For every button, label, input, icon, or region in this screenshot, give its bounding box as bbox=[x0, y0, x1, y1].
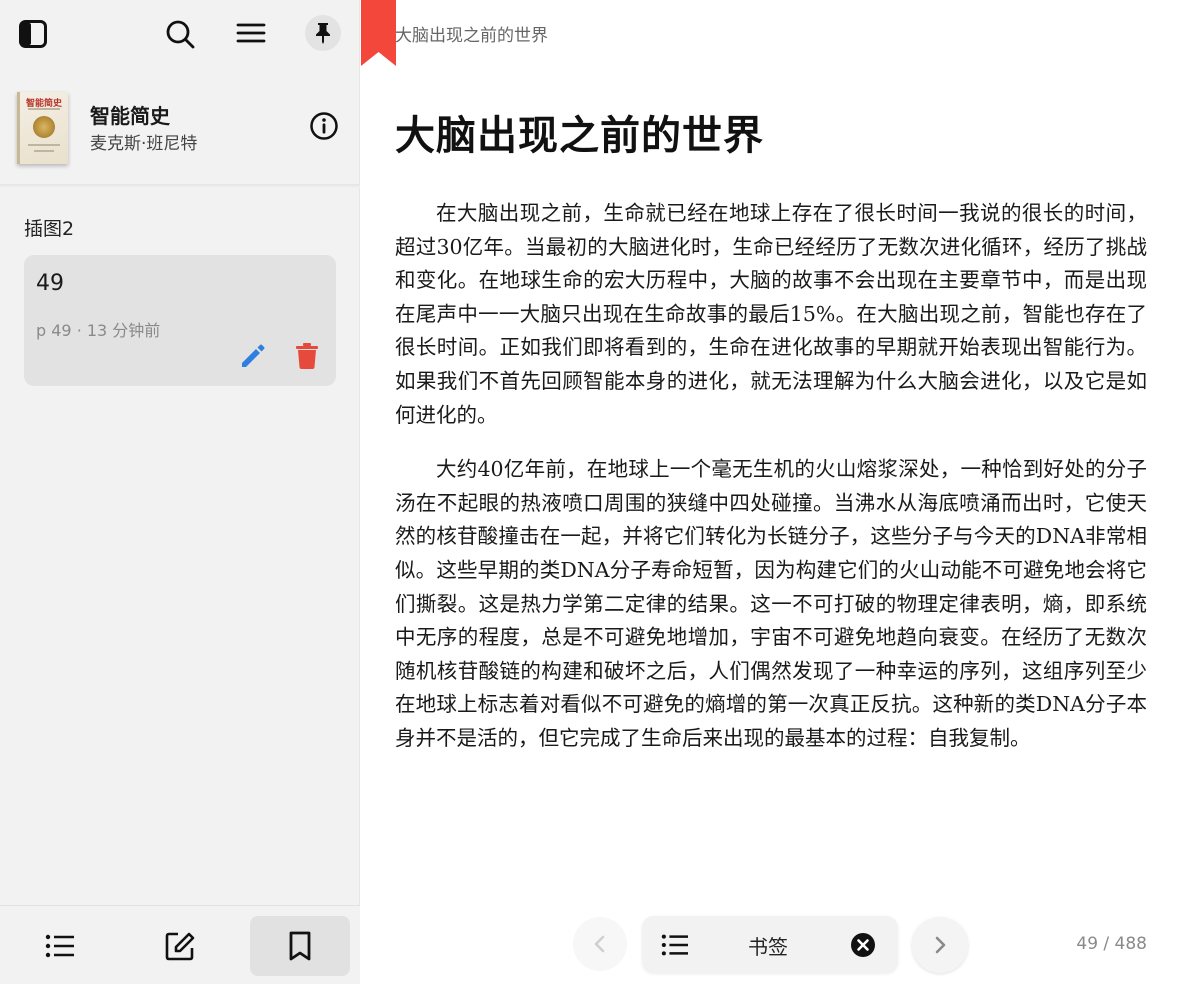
bookmark-list-button[interactable] bbox=[660, 930, 690, 960]
bookmark-group-label: 插图2 bbox=[24, 218, 75, 240]
list-icon bbox=[45, 934, 74, 958]
previous-page-button[interactable] bbox=[573, 917, 627, 971]
sidebar: 智能简史 智能简史 麦克斯·班尼特 插图2 49 p 49 · 13 分钟前 bbox=[0, 0, 360, 984]
bookmark-meta: p 49 · 13 分钟前 bbox=[36, 321, 161, 340]
chevron-right-icon bbox=[935, 936, 946, 954]
info-icon bbox=[310, 112, 338, 140]
cover-line bbox=[28, 144, 60, 146]
next-page-button[interactable] bbox=[912, 917, 968, 973]
paragraph: 在大脑出现之前，生命就已经在地球上存在了很长时间一我说的很长的时间，超过30亿年… bbox=[395, 201, 1147, 427]
edit-bookmark-button[interactable] bbox=[236, 339, 270, 373]
tab-bookmarks[interactable] bbox=[250, 916, 350, 976]
search-button[interactable] bbox=[160, 14, 200, 54]
page-counter: 49 / 488 bbox=[1076, 934, 1147, 954]
pin-sidebar-button[interactable] bbox=[305, 15, 341, 51]
running-header: 大脑出现之前的世界 bbox=[395, 26, 548, 46]
cover-emblem bbox=[33, 116, 55, 138]
book-info-button[interactable] bbox=[306, 108, 342, 144]
bookmark-navigator: 书签 bbox=[642, 916, 898, 973]
menu-button[interactable] bbox=[231, 13, 271, 53]
bookmark-title: 49 bbox=[36, 271, 64, 296]
chapter-title: 大脑出现之前的世界 bbox=[395, 112, 764, 159]
toggle-sidebar-button[interactable] bbox=[13, 14, 53, 54]
reader-pane: 大脑出现之前的世界 大脑出现之前的世界 在大脑出现之前，生命就已经在地球上存在了… bbox=[361, 0, 1178, 984]
bookmark-item[interactable]: 49 p 49 · 13 分钟前 bbox=[24, 255, 336, 386]
close-circle-icon bbox=[851, 933, 875, 957]
chapter-body: 在大脑出现之前，生命就已经在地球上存在了很长时间一我说的很长的时间，超过30亿年… bbox=[395, 197, 1147, 777]
paragraph: 大约40亿年前，在地球上一个毫无生机的火山熔浆深处，一种恰到好处的分子汤在不起眼… bbox=[395, 457, 1147, 750]
chevron-left-icon bbox=[594, 935, 605, 953]
list-icon bbox=[661, 934, 688, 956]
bookmark-icon bbox=[289, 931, 311, 961]
book-info-card: 智能简史 智能简史 麦克斯·班尼特 bbox=[0, 72, 360, 184]
sidebar-toolbar bbox=[0, 0, 360, 68]
book-author: 麦克斯·班尼特 bbox=[90, 134, 198, 154]
pencil-icon bbox=[242, 344, 265, 367]
delete-bookmark-button[interactable] bbox=[290, 339, 324, 373]
bookmark-ribbon-icon[interactable] bbox=[361, 0, 396, 66]
hamburger-menu-icon bbox=[236, 23, 266, 43]
tab-annotations[interactable] bbox=[130, 916, 230, 976]
sidebar-tab-bar bbox=[0, 905, 360, 984]
trash-icon bbox=[296, 343, 318, 369]
search-icon bbox=[166, 20, 195, 49]
sidebar-panel-icon bbox=[19, 20, 47, 48]
cover-line bbox=[34, 150, 54, 152]
navigator-label: 书签 bbox=[748, 935, 788, 959]
cover-line bbox=[28, 108, 60, 110]
close-navigator-button[interactable] bbox=[848, 930, 878, 960]
tab-table-of-contents[interactable] bbox=[10, 916, 110, 976]
edit-note-icon bbox=[165, 932, 195, 961]
book-cover[interactable]: 智能简史 bbox=[17, 92, 68, 164]
book-title: 智能简史 bbox=[90, 104, 170, 128]
divider bbox=[0, 184, 360, 188]
pushpin-icon bbox=[316, 23, 330, 44]
